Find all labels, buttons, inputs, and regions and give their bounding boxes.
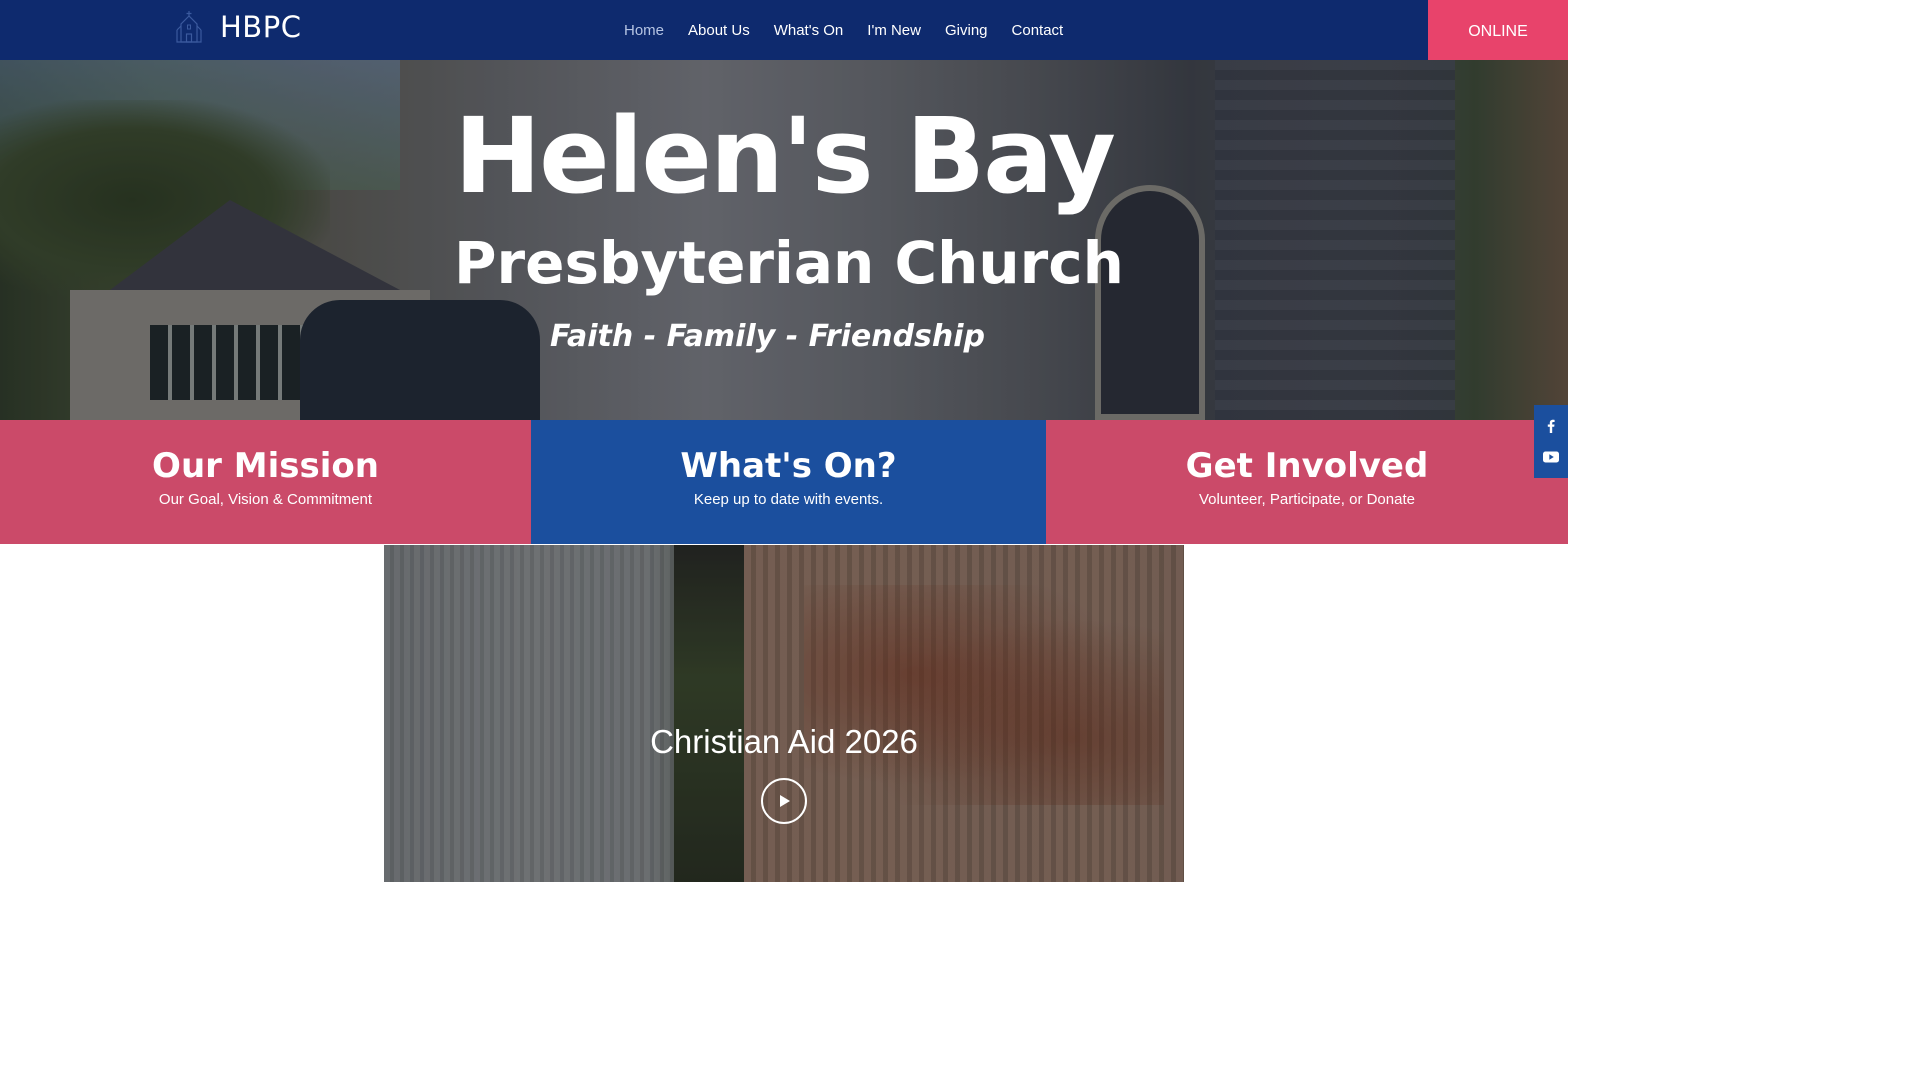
video-player[interactable]: Christian Aid 2026	[384, 545, 1184, 882]
panel-subtitle: Volunteer, Participate, or Donate	[1199, 491, 1415, 509]
panel-subtitle: Our Goal, Vision & Commitment	[158, 491, 373, 509]
main-nav: Home About Us What's On I'm New Giving C…	[612, 0, 1075, 60]
facebook-icon[interactable]	[1542, 417, 1560, 435]
play-button[interactable]	[761, 778, 807, 824]
hero-banner: Helen's Bay Presbyterian Church Faith - …	[0, 60, 1568, 420]
hero-tagline: Faith - Family - Friendship	[549, 319, 986, 354]
nav-item-whats-on[interactable]: What's On	[762, 22, 856, 39]
video-title: Christian Aid 2026	[650, 723, 918, 760]
nav-item-contact[interactable]: Contact	[1000, 22, 1076, 39]
nav-item-im-new[interactable]: I'm New	[855, 22, 933, 39]
nav-item-giving[interactable]: Giving	[933, 22, 1000, 39]
hero-title: Helen's Bay	[454, 95, 1116, 217]
church-logo-icon[interactable]	[175, 10, 203, 44]
nav-item-about-us[interactable]: About Us	[676, 22, 762, 39]
site-logo-text[interactable]: HBPC	[220, 10, 301, 44]
nav-item-home[interactable]: Home	[612, 22, 676, 39]
panel-our-mission[interactable]: Our Mission Our Goal, Vision & Commitmen…	[0, 420, 531, 544]
online-button[interactable]: ONLINE	[1428, 0, 1568, 60]
panel-title: Our Mission	[152, 446, 379, 486]
video-overlay	[384, 545, 1184, 882]
play-icon	[780, 795, 790, 807]
panel-subtitle: Keep up to date with events.	[693, 491, 884, 509]
site-header: HBPC Home About Us What's On I'm New Giv…	[0, 0, 1568, 60]
hero-subtitle: Presbyterian Church	[454, 229, 1124, 297]
social-bar	[1534, 405, 1568, 478]
panel-whats-on[interactable]: What's On? Keep up to date with events.	[531, 420, 1046, 544]
youtube-icon[interactable]	[1542, 448, 1560, 466]
panel-title: Get Involved	[1185, 446, 1429, 486]
panel-title: What's On?	[680, 446, 897, 486]
panel-get-involved[interactable]: Get Involved Volunteer, Participate, or …	[1046, 420, 1568, 544]
